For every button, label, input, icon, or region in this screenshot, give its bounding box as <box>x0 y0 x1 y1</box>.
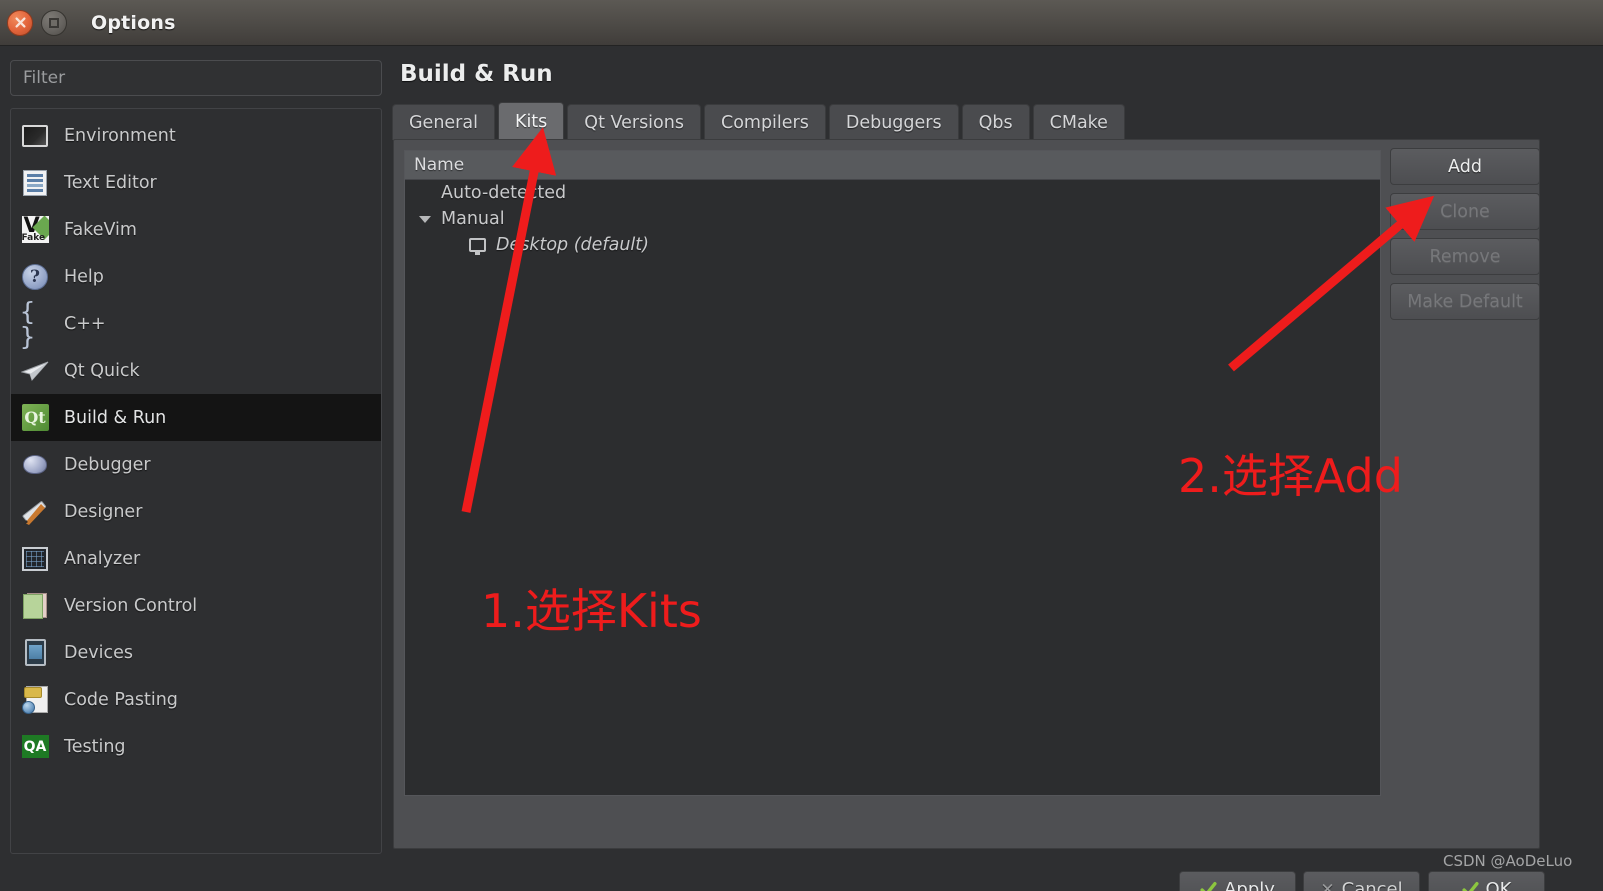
sidebar-item-label: Analyzer <box>64 548 141 569</box>
x-icon: ✕ <box>1320 879 1335 891</box>
analyzer-icon <box>20 544 50 574</box>
designer-icon <box>20 497 50 527</box>
sidebar-item-environment[interactable]: Environment <box>11 112 381 159</box>
window-title: Options <box>91 11 176 34</box>
maximize-icon[interactable] <box>41 9 67 36</box>
make-default-button[interactable]: Make Default <box>1390 283 1540 320</box>
sidebar-item-label: Qt Quick <box>64 360 140 381</box>
tab-kits[interactable]: Kits <box>497 102 565 140</box>
tab-bar: General Kits Qt Versions Compilers Debug… <box>392 102 1128 140</box>
tab-compilers[interactable]: Compilers <box>703 104 826 140</box>
tree-row-manual[interactable]: Manual <box>405 206 1380 232</box>
environment-icon <box>20 121 50 151</box>
monitor-icon <box>469 238 486 255</box>
build-and-run-icon: Qt <box>20 403 50 433</box>
debugger-icon <box>20 450 50 480</box>
check-icon <box>1200 881 1217 891</box>
sidebar-item-label: Version Control <box>64 595 198 616</box>
code-pasting-icon <box>20 685 50 715</box>
sidebar-item-label: Text Editor <box>64 172 157 193</box>
sidebar-item-code-pasting[interactable]: Code Pasting <box>11 676 381 723</box>
sidebar-item-build-and-run[interactable]: Qt Build & Run <box>11 394 381 441</box>
tree-row-label: Manual <box>441 209 505 229</box>
filter-input[interactable] <box>10 60 382 96</box>
ok-label: OK <box>1485 879 1512 891</box>
tab-general[interactable]: General <box>392 104 495 140</box>
tab-cmake[interactable]: CMake <box>1032 104 1125 140</box>
tree-row-desktop-default[interactable]: Desktop (default) <box>405 232 1380 258</box>
cpp-icon: { } <box>20 296 36 351</box>
sidebar-item-analyzer[interactable]: Analyzer <box>11 535 381 582</box>
devices-icon <box>20 638 50 668</box>
qt-quick-icon <box>20 356 50 386</box>
options-dialog-window: Options Environment Text Editor Fake <box>0 0 1603 891</box>
clone-button[interactable]: Clone <box>1390 193 1540 230</box>
tree-row-label: Auto-detected <box>441 183 567 203</box>
title-bar: Options <box>0 0 1603 46</box>
maximize-glyph <box>49 17 59 28</box>
fakevim-icon: Fake <box>20 215 50 245</box>
sidebar: Environment Text Editor Fake FakeVim ? H… <box>0 46 392 891</box>
sidebar-item-designer[interactable]: Designer <box>11 488 381 535</box>
sidebar-item-version-control[interactable]: Version Control <box>11 582 381 629</box>
sidebar-item-label: FakeVim <box>64 219 137 240</box>
tab-qt-versions[interactable]: Qt Versions <box>567 104 701 140</box>
sidebar-item-testing[interactable]: QA Testing <box>11 723 381 770</box>
sidebar-item-label: C++ <box>64 313 106 334</box>
sidebar-item-label: Code Pasting <box>64 689 178 710</box>
page-title: Build & Run <box>400 61 553 87</box>
cancel-label: Cancel <box>1341 879 1403 891</box>
remove-button[interactable]: Remove <box>1390 238 1540 275</box>
sidebar-item-label: Debugger <box>64 454 151 475</box>
version-control-icon <box>20 591 50 621</box>
testing-icon: QA <box>20 732 50 762</box>
sidebar-item-label: Build & Run <box>64 407 167 428</box>
chevron-down-icon[interactable] <box>419 215 431 223</box>
sidebar-item-label: Designer <box>64 501 143 522</box>
paper-plane-glyph <box>21 361 49 381</box>
cancel-button[interactable]: ✕ Cancel <box>1303 871 1420 891</box>
text-editor-icon <box>20 168 50 198</box>
annotation-step-2: 2.选择Add <box>1178 449 1403 503</box>
kit-action-buttons: Add Clone Remove Make Default <box>1390 148 1540 328</box>
tree-row-label: Desktop (default) <box>496 235 649 255</box>
sidebar-item-cpp[interactable]: { } C++ <box>11 296 381 351</box>
sidebar-category-list[interactable]: Environment Text Editor Fake FakeVim ? H… <box>10 108 382 854</box>
tab-debuggers[interactable]: Debuggers <box>828 104 959 140</box>
sidebar-item-help[interactable]: ? Help <box>11 253 381 300</box>
dialog-button-bar: Apply ✕ Cancel OK <box>0 861 1603 891</box>
sidebar-item-debugger[interactable]: Debugger <box>11 441 381 488</box>
sidebar-item-text-editor[interactable]: Text Editor <box>11 159 381 206</box>
add-button[interactable]: Add <box>1390 148 1540 185</box>
apply-button[interactable]: Apply <box>1179 871 1296 891</box>
sidebar-item-label: Environment <box>64 125 176 146</box>
close-icon[interactable] <box>7 9 33 36</box>
content-panel: Build & Run General Kits Qt Versions Com… <box>392 46 1603 891</box>
ruler-brush-glyph <box>22 500 47 525</box>
tree-column-header-name[interactable]: Name <box>405 151 1380 180</box>
sidebar-item-label: Help <box>64 266 104 287</box>
annotation-step-1: 1.选择Kits <box>481 584 702 638</box>
apply-label: Apply <box>1224 879 1275 891</box>
tree-row-auto-detected[interactable]: Auto-detected <box>405 180 1380 206</box>
tab-qbs[interactable]: Qbs <box>961 104 1030 140</box>
close-glyph <box>14 17 26 28</box>
help-icon: ? <box>20 262 50 292</box>
sidebar-item-label: Testing <box>64 736 126 757</box>
sidebar-item-devices[interactable]: Devices <box>11 629 381 676</box>
sidebar-item-label: Devices <box>64 642 133 663</box>
sidebar-item-fakevim[interactable]: Fake FakeVim <box>11 206 381 253</box>
ok-button[interactable]: OK <box>1428 871 1545 891</box>
check-icon <box>1461 881 1479 891</box>
watermark: CSDN @AoDeLuo <box>1443 852 1573 870</box>
sidebar-item-qt-quick[interactable]: Qt Quick <box>11 347 381 394</box>
